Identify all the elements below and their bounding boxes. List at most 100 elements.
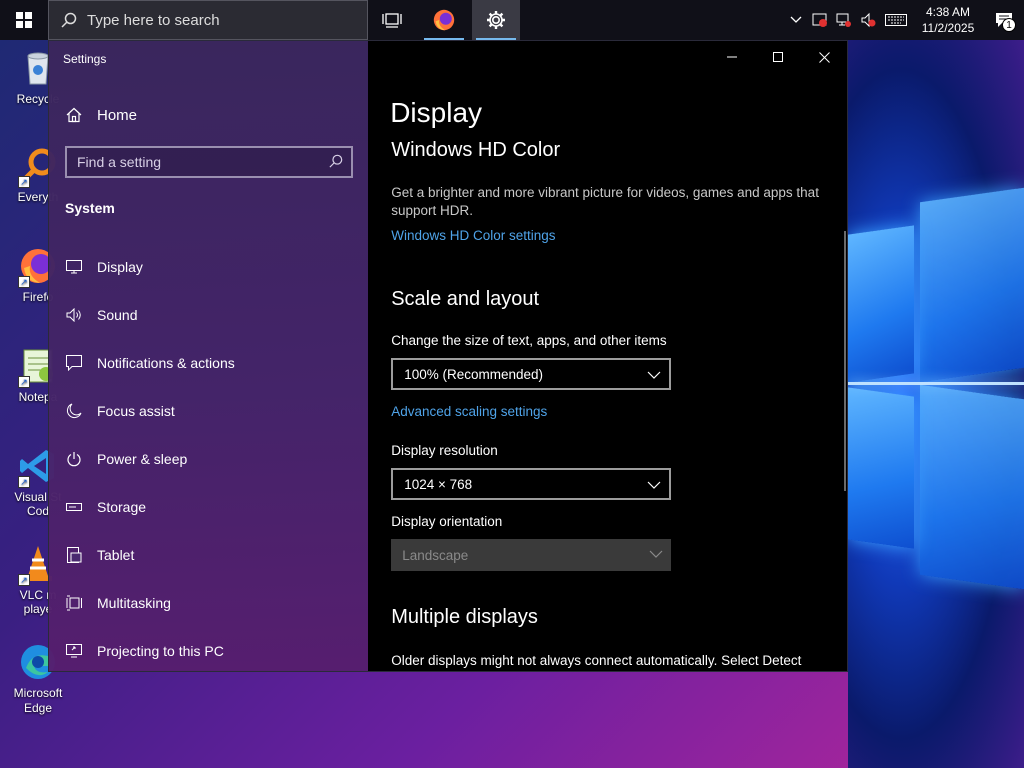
tray-network-button[interactable] xyxy=(832,0,856,40)
wallpaper-beam xyxy=(848,382,1024,385)
nav-section-title: System xyxy=(65,200,115,216)
window-controls xyxy=(709,41,847,73)
window-title: Settings xyxy=(63,52,107,66)
nav-item-label: Display xyxy=(97,259,143,275)
keyboard-icon xyxy=(885,14,907,26)
task-view-button[interactable] xyxy=(368,0,416,40)
advanced-scaling-link[interactable]: Advanced scaling settings xyxy=(391,404,547,419)
orientation-dropdown[interactable]: Landscape xyxy=(391,539,672,571)
system-tray: 4:38 AM 11/2/2025 1 xyxy=(784,0,1024,40)
nav-home-label: Home xyxy=(97,106,138,124)
security-alert-icon xyxy=(812,13,827,27)
home-icon xyxy=(66,107,82,123)
chevron-down-icon xyxy=(647,481,661,489)
shortcut-arrow-icon: ↗ xyxy=(18,376,30,388)
minimize-button[interactable] xyxy=(709,41,755,73)
multiple-displays-heading: Multiple displays xyxy=(391,606,538,628)
wallpaper-pane xyxy=(920,187,1024,383)
scale-label: Change the size of text, apps, and other… xyxy=(391,333,667,348)
action-center-button[interactable]: 1 xyxy=(984,0,1024,40)
tray-security-button[interactable] xyxy=(808,0,832,40)
tablet-icon xyxy=(65,546,83,564)
message-icon xyxy=(65,354,83,372)
settings-window: Settings Home Find a setting System Disp… xyxy=(48,40,848,672)
chevron-down-icon xyxy=(649,550,663,558)
show-hidden-icons-button[interactable] xyxy=(784,0,808,40)
maximize-icon xyxy=(773,52,783,62)
maximize-button[interactable] xyxy=(755,41,801,73)
shortcut-arrow-icon: ↗ xyxy=(18,276,30,288)
nav-item-display[interactable]: Display xyxy=(49,243,369,291)
multiple-displays-description: Older displays might not always connect … xyxy=(391,653,802,668)
start-button[interactable] xyxy=(0,0,48,40)
nav-item-label: Storage xyxy=(97,499,147,515)
resolution-dropdown[interactable]: 1024 × 768 xyxy=(391,468,672,500)
minimize-icon xyxy=(727,56,737,58)
gear-icon xyxy=(487,11,505,29)
orientation-dropdown-value: Landscape xyxy=(402,547,469,563)
scale-layout-heading: Scale and layout xyxy=(391,288,540,310)
shortcut-arrow-icon: ↗ xyxy=(18,476,30,488)
close-button[interactable] xyxy=(801,41,847,73)
nav-home-button[interactable]: Home xyxy=(49,99,369,131)
shortcut-arrow-icon: ↗ xyxy=(18,176,30,188)
nav-item-label: Tablet xyxy=(97,547,135,563)
search-placeholder: Type here to search xyxy=(87,11,220,29)
clock-date: 11/2/2025 xyxy=(921,21,975,35)
find-setting-input[interactable]: Find a setting xyxy=(65,146,353,178)
nav-item-focus-assist[interactable]: Focus assist xyxy=(49,387,369,435)
drive-icon xyxy=(65,498,83,516)
nav-list: Display Sound Notifications & actions Fo… xyxy=(49,243,369,671)
taskbar-firefox-button[interactable] xyxy=(416,0,472,40)
search-icon xyxy=(329,154,343,168)
search-icon xyxy=(61,12,77,28)
nav-item-label: Power & sleep xyxy=(97,451,188,467)
notification-count-badge: 1 xyxy=(1002,18,1016,32)
taskbar-settings-button[interactable] xyxy=(472,0,520,40)
speaker-icon xyxy=(65,306,83,324)
wallpaper-pane xyxy=(848,387,914,549)
nav-item-power-sleep[interactable]: Power & sleep xyxy=(49,435,369,483)
taskbar-search-box[interactable]: Type here to search xyxy=(48,0,368,40)
scale-dropdown-value: 100% (Recommended) xyxy=(404,366,544,382)
nav-item-label: Sound xyxy=(97,307,138,323)
settings-content-pane: Display Windows HD Color Get a brighter … xyxy=(368,41,847,671)
nav-item-projecting[interactable]: Projecting to this PC xyxy=(49,627,369,671)
resolution-label: Display resolution xyxy=(391,443,498,458)
nav-item-tablet[interactable]: Tablet xyxy=(49,531,369,579)
desktop-icon-label: Microsoft Edge xyxy=(13,686,63,715)
hd-color-heading: Windows HD Color xyxy=(391,139,561,161)
chevron-down-icon xyxy=(647,371,661,379)
wallpaper-pane xyxy=(848,225,914,383)
find-setting-placeholder: Find a setting xyxy=(77,154,162,170)
moon-icon xyxy=(65,402,83,420)
chevron-up-icon xyxy=(790,16,802,23)
nav-item-multitasking[interactable]: Multitasking xyxy=(49,579,369,627)
scale-dropdown[interactable]: 100% (Recommended) xyxy=(391,358,672,390)
multitask-icon xyxy=(65,594,83,612)
wallpaper-pane xyxy=(920,384,1024,590)
close-icon xyxy=(818,51,830,63)
nav-item-label: Projecting to this PC xyxy=(97,643,224,659)
volume-muted-icon xyxy=(861,12,876,28)
resolution-dropdown-value: 1024 × 768 xyxy=(404,476,473,492)
taskbar-clock[interactable]: 4:38 AM 11/2/2025 xyxy=(912,4,984,36)
nav-item-sound[interactable]: Sound xyxy=(49,291,369,339)
taskbar: Type here to search 4:38 AM 11/2/2025 1 xyxy=(0,0,1024,40)
tray-volume-button[interactable] xyxy=(856,0,880,40)
shortcut-arrow-icon: ↗ xyxy=(18,574,30,586)
nav-item-notifications[interactable]: Notifications & actions xyxy=(49,339,369,387)
project-icon xyxy=(65,642,83,660)
monitor-icon xyxy=(65,258,83,276)
nav-item-label: Multitasking xyxy=(97,595,171,611)
nav-item-storage[interactable]: Storage xyxy=(49,483,369,531)
page-title: Display xyxy=(390,97,483,128)
content-scrollbar[interactable] xyxy=(844,231,846,491)
firefox-icon xyxy=(433,9,455,31)
clock-time: 4:38 AM xyxy=(925,5,971,19)
windows-logo-icon xyxy=(16,12,32,28)
settings-nav-pane: Settings Home Find a setting System Disp… xyxy=(49,41,369,671)
task-view-icon xyxy=(382,13,402,28)
hd-color-settings-link[interactable]: Windows HD Color settings xyxy=(391,228,555,243)
tray-keyboard-button[interactable] xyxy=(880,0,912,40)
